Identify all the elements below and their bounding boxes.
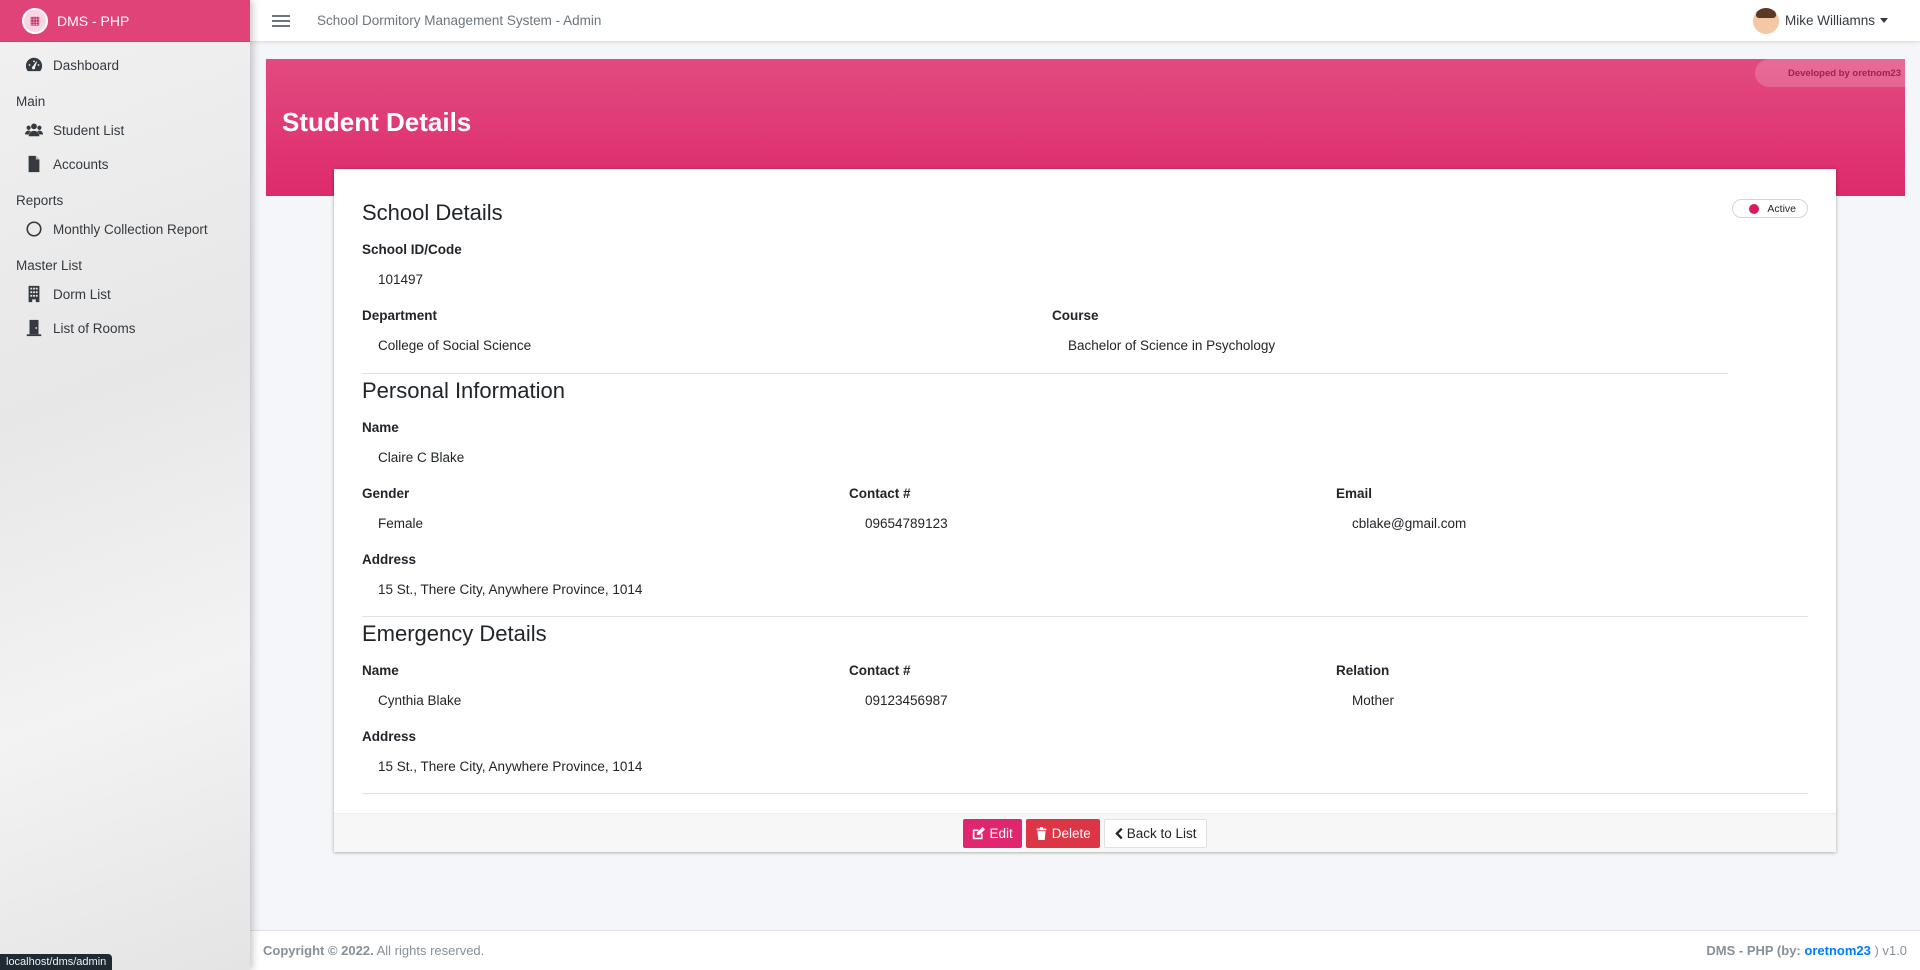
status-label: Active [1767,202,1796,215]
user-name: Mike Williamns [1784,13,1875,28]
department-label: Department [362,308,438,323]
sidebar-item-monthly-collection-report[interactable]: Monthly Collection Report [0,212,250,246]
emergency-name-label: Name [362,663,399,678]
user-menu[interactable]: Mike Williamns [1752,7,1888,34]
section-title-personal: Personal Information [362,378,565,403]
gender-value: Female [378,516,424,531]
edit-button[interactable]: Edit [963,818,1022,848]
emergency-name-value: Cynthia Blake [378,693,462,708]
nav-header-main: Main [16,94,46,109]
developer-badge: Developed by oretnom23 [1755,59,1905,87]
email-label: Email [1336,486,1373,501]
app-credit: DMS - PHP (by: oretnom23 ) v1.0 [1706,943,1907,958]
section-title-emergency: Emergency Details [362,621,547,646]
personal-contact-value: 09654789123 [865,516,948,531]
relation-value: Mother [1352,693,1395,708]
nav-header-reports: Reports [16,193,64,208]
sidebar: ▦ DMS - PHP Dashboard Main Student List … [0,0,250,970]
status-badge: Active [1732,199,1808,218]
door-icon [24,319,44,337]
sidebar-item-label: List of Rooms [53,320,136,336]
users-icon [24,121,44,139]
school-id-value: 101497 [378,272,424,287]
trash-icon [1036,826,1047,840]
building-icon [24,285,44,303]
status-dot-icon [1749,203,1760,214]
nav-header-master-list: Master List [16,258,83,273]
rights-text: All rights reserved. [376,943,485,958]
chevron-left-icon [1115,827,1123,839]
sidebar-item-label: Dorm List [53,286,111,302]
back-to-list-button[interactable]: Back to List [1103,818,1207,848]
file-icon [24,155,44,173]
edit-icon [973,826,986,839]
delete-button[interactable]: Delete [1025,818,1100,848]
sidebar-item-dorm-list[interactable]: Dorm List [0,277,250,311]
back-button-label: Back to List [1126,825,1197,841]
emergency-contact-value: 09123456987 [865,693,948,708]
dorm-logo-icon: ▦ [22,7,48,34]
relation-label: Relation [1336,663,1390,678]
email-value: cblake@gmail.com [1352,516,1467,531]
gender-label: Gender [362,486,410,501]
sidebar-item-student-list[interactable]: Student List [0,113,250,147]
system-title: School Dormitory Management System - Adm… [317,13,602,28]
author-link[interactable]: oretnom23 [1804,943,1870,958]
card-footer: Edit Delete Back to List [334,813,1836,852]
circle-icon [24,220,44,238]
sidebar-item-label: Dashboard [53,57,120,73]
copyright-text: Copyright © 2022. [263,943,374,958]
school-id-label: School ID/Code [362,242,462,257]
status-url: localhost/dms/admin [0,954,113,970]
sidebar-item-accounts[interactable]: Accounts [0,147,250,181]
delete-button-label: Delete [1051,825,1091,841]
student-details-card: Active School Details School ID/Code 101… [334,169,1836,852]
department-value: College of Social Science [378,338,532,353]
copyright: Copyright © 2022. All rights reserved. [263,943,484,958]
app-prefix: DMS - PHP (by: [1706,943,1801,958]
edit-button-label: Edit [989,825,1013,841]
personal-address-label: Address [362,552,417,567]
sidebar-item-dashboard[interactable]: Dashboard [0,48,250,82]
sidebar-item-list-of-rooms[interactable]: List of Rooms [0,311,250,345]
divider [362,373,1728,374]
personal-contact-label: Contact # [849,486,911,501]
emergency-address-label: Address [362,729,417,744]
hamburger-menu-icon[interactable] [272,12,290,30]
course-label: Course [1052,308,1099,323]
avatar [1752,7,1779,34]
emergency-address-value: 15 St., There City, Anywhere Province, 1… [378,759,643,774]
sidebar-item-label: Student List [53,122,125,138]
brand-name: DMS - PHP [57,12,130,29]
sidebar-item-label: Monthly Collection Report [53,221,208,237]
divider [362,616,1808,617]
caret-down-icon [1880,18,1888,23]
sidebar-nav: Dashboard Main Student List Accounts Rep… [0,42,250,345]
course-value: Bachelor of Science in Psychology [1068,338,1276,353]
page-footer: Copyright © 2022. All rights reserved. D… [250,930,1920,970]
tachometer-icon [24,56,44,74]
personal-name-label: Name [362,420,399,435]
section-title-school: School Details [362,200,503,225]
version-text: ) v1.0 [1874,943,1907,958]
sidebar-item-label: Accounts [53,156,109,172]
personal-address-value: 15 St., There City, Anywhere Province, 1… [378,582,643,597]
divider [362,793,1808,794]
personal-name-value: Claire C Blake [378,450,465,465]
top-navbar: School Dormitory Management System - Adm… [250,0,1920,42]
page-title: Student Details [282,107,472,137]
emergency-contact-label: Contact # [849,663,911,678]
brand-link[interactable]: ▦ DMS - PHP [0,0,250,42]
